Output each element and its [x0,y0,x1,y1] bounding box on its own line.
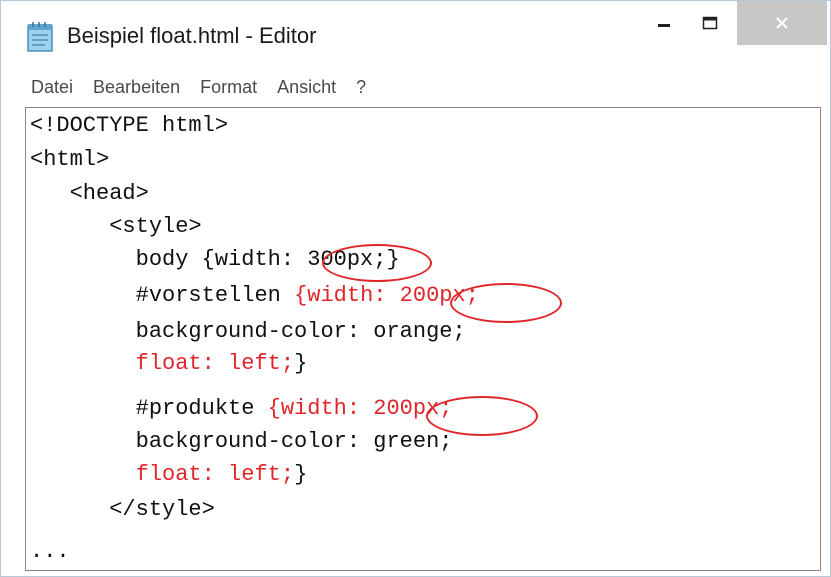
code-token: body {width: 300px;} [135,247,400,272]
code-line: background-color: green; [30,427,453,457]
menu-help[interactable]: ? [345,67,375,107]
code-token: #vorstellen [135,283,295,308]
code-token-highlighted: {width: 200px; [294,283,479,308]
code-line: <style> [30,212,202,242]
code-token: background-color: orange; [135,319,466,344]
menu-datei[interactable]: Datei [1,67,82,107]
code-line: <html> [30,145,109,175]
menu-bar: Datei Bearbeiten Format Ansicht ? [1,67,830,107]
code-token-highlighted: float: left; [135,351,295,376]
close-icon [776,17,788,29]
code-token-highlighted: float: left; [135,462,295,487]
code-token: background-color: green; [135,429,453,454]
code-line: ... [30,537,70,567]
minimize-icon [658,24,670,27]
code-line: #vorstellen {width: 200px; [30,281,479,311]
code-line: <head> [30,179,149,209]
code-line: #produkte {width: 200px; [30,394,453,424]
menu-bearbeiten[interactable]: Bearbeiten [82,67,189,107]
close-button[interactable] [737,1,827,45]
code-token: <head> [69,181,149,206]
menu-ansicht[interactable]: Ansicht [266,67,345,107]
code-line: body {width: 300px;} [30,245,400,275]
code-token: </style> [109,497,215,522]
code-token: <style> [109,214,202,239]
maximize-icon [702,16,718,30]
code-token: } [294,462,308,487]
code-line: float: left;} [30,349,308,379]
menu-format[interactable]: Format [189,67,266,107]
code-token: } [294,351,308,376]
code-token: <html> [30,147,110,172]
code-token: ... [30,539,70,564]
code-token-highlighted: {width: 200px; [267,396,453,421]
text-editor-area[interactable]: <!DOCTYPE html> <html> <head> <style> bod… [25,107,821,571]
code-token: #produkte [135,396,268,421]
minimize-button[interactable] [641,1,687,45]
maximize-button[interactable] [687,1,733,45]
code-line: </style> [30,495,215,525]
code-line: float: left;} [30,460,308,490]
code-line: <!DOCTYPE html> [30,111,228,141]
window-title: Beispiel float.html - Editor [67,23,317,48]
title-bar[interactable]: Beispiel float.html - Editor [1,1,830,67]
code-token: <!DOCTYPE html> [30,113,229,138]
notepad-icon [25,21,55,53]
notepad-window: Beispiel float.html - Editor Datei Bearb… [0,0,831,577]
code-line: background-color: orange; [30,317,466,347]
